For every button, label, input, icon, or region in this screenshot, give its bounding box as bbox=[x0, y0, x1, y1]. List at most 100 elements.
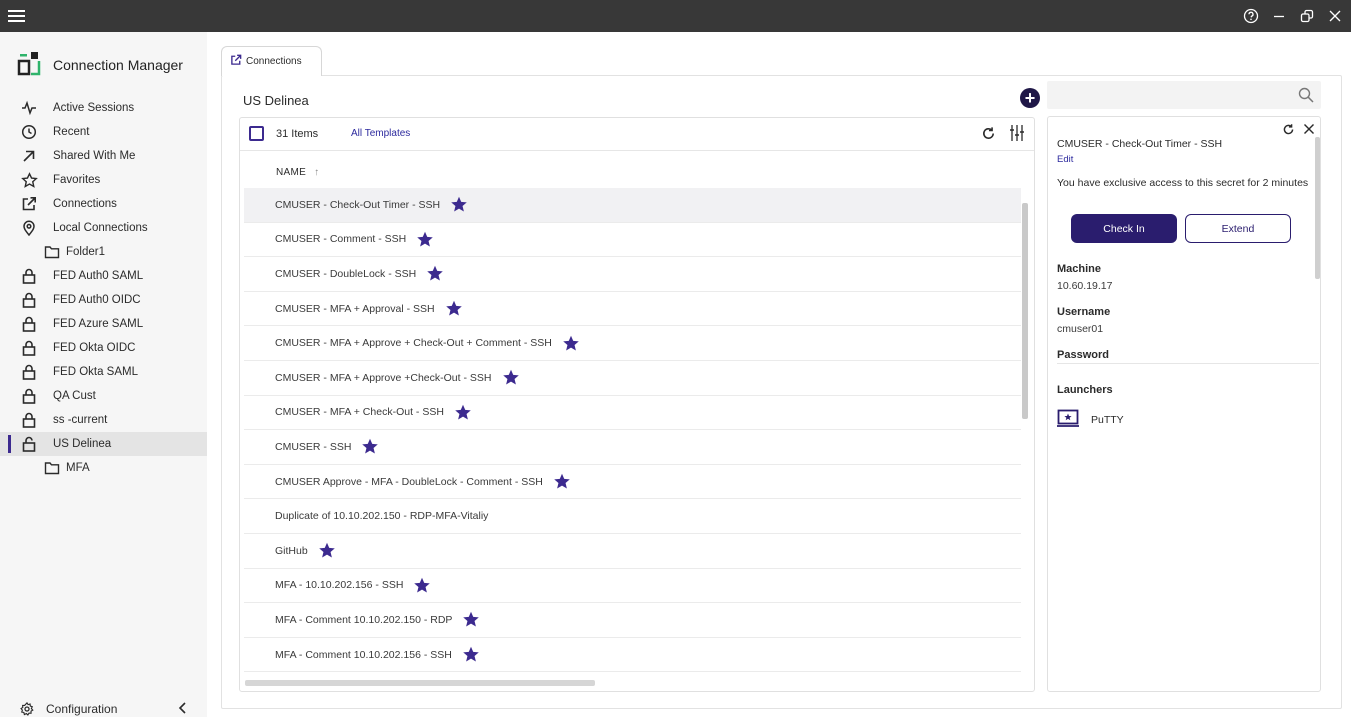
sidebar-item-fed-okta-oidc[interactable]: FED Okta OIDC bbox=[0, 336, 207, 360]
connection-name: CMUSER - MFA + Approve + Check-Out + Com… bbox=[275, 337, 552, 350]
refresh-icon[interactable] bbox=[1282, 123, 1295, 139]
arrow-up-right-icon bbox=[20, 147, 38, 165]
lock-icon bbox=[20, 387, 38, 405]
table-row[interactable]: MFA - Comment 10.10.202.150 - RDP bbox=[244, 603, 1021, 638]
sidebar-item-fed-auth0-saml[interactable]: FED Auth0 SAML bbox=[0, 264, 207, 288]
table-row[interactable]: CMUSER - MFA + Approve +Check-Out - SSH bbox=[244, 361, 1021, 396]
favorite-star-icon[interactable] bbox=[361, 438, 379, 455]
favorite-star-icon[interactable] bbox=[318, 542, 336, 559]
column-header-label: NAME bbox=[276, 167, 307, 178]
sidebar-item-fed-auth0-oidc[interactable]: FED Auth0 OIDC bbox=[0, 288, 207, 312]
connection-name: CMUSER Approve - MFA - DoubleLock - Comm… bbox=[275, 475, 543, 488]
sidebar-item-fed-azure-saml[interactable]: FED Azure SAML bbox=[0, 312, 207, 336]
table-row[interactable]: CMUSER - Check-Out Timer - SSH bbox=[244, 188, 1021, 223]
horizontal-scrollbar[interactable] bbox=[245, 680, 595, 686]
search-box bbox=[1047, 81, 1321, 109]
sidebar-item-mfa[interactable]: MFA bbox=[0, 456, 207, 480]
minimize-icon[interactable] bbox=[1269, 6, 1289, 26]
search-input[interactable] bbox=[1053, 85, 1283, 105]
help-icon[interactable] bbox=[1241, 6, 1261, 26]
table-row[interactable]: CMUSER - SSH bbox=[244, 430, 1021, 465]
favorite-star-icon[interactable] bbox=[413, 577, 431, 594]
select-all-checkbox[interactable] bbox=[249, 126, 264, 141]
launcher-label: PuTTY bbox=[1091, 413, 1124, 426]
divider bbox=[1057, 363, 1319, 364]
table-row[interactable]: GitHub bbox=[244, 534, 1021, 569]
table-row[interactable]: CMUSER - MFA + Check-Out - SSH bbox=[244, 396, 1021, 431]
sidebar-item-us-delinea[interactable]: US Delinea bbox=[0, 432, 207, 456]
connection-manager-logo-icon bbox=[17, 50, 45, 79]
extend-button[interactable]: Extend bbox=[1185, 214, 1291, 243]
favorite-star-icon[interactable] bbox=[445, 300, 463, 317]
terminal-icon bbox=[1057, 409, 1079, 430]
all-templates-link[interactable]: All Templates bbox=[351, 128, 410, 139]
table-row[interactable]: MFA - Comment 10.10.202.156 - SSH bbox=[244, 638, 1021, 673]
tab-connections[interactable]: Connections bbox=[221, 46, 322, 76]
sidebar-nav: Active Sessions Recent Shared With Me Fa… bbox=[0, 96, 207, 480]
folder-icon bbox=[44, 243, 60, 261]
gear-icon[interactable] bbox=[20, 702, 34, 716]
refresh-icon[interactable] bbox=[981, 126, 996, 144]
vertical-scrollbar[interactable] bbox=[1022, 203, 1028, 419]
sidebar: Connection Manager Active Sessions Recen… bbox=[0, 32, 207, 717]
lock-icon bbox=[20, 411, 38, 429]
sidebar-item-active-sessions[interactable]: Active Sessions bbox=[0, 96, 207, 120]
table-row[interactable]: CMUSER Approve - MFA - DoubleLock - Comm… bbox=[244, 465, 1021, 500]
sidebar-item-qa-cust[interactable]: QA Cust bbox=[0, 384, 207, 408]
hamburger-menu-icon[interactable] bbox=[6, 6, 28, 26]
add-connection-button[interactable]: + bbox=[1020, 88, 1040, 108]
favorite-star-icon[interactable] bbox=[450, 196, 468, 213]
table-row[interactable]: CMUSER - Comment - SSH bbox=[244, 223, 1021, 258]
sidebar-item-label: FED Azure SAML bbox=[53, 318, 144, 330]
sidebar-item-connections[interactable]: Connections bbox=[0, 192, 207, 216]
title-bar bbox=[0, 0, 1351, 32]
table-row[interactable]: CMUSER - MFA + Approve + Check-Out + Com… bbox=[244, 326, 1021, 361]
sort-ascending-icon: ↑ bbox=[314, 167, 320, 178]
table-row[interactable]: CMUSER - MFA + Approval - SSH bbox=[244, 292, 1021, 327]
favorite-star-icon[interactable] bbox=[426, 265, 444, 282]
sidebar-item-ss-current[interactable]: ss -current bbox=[0, 408, 207, 432]
connection-name: CMUSER - DoubleLock - SSH bbox=[275, 267, 417, 280]
favorite-star-icon[interactable] bbox=[562, 335, 580, 352]
sidebar-item-favorites[interactable]: Favorites bbox=[0, 168, 207, 192]
username-label: Username bbox=[1057, 306, 1111, 318]
sidebar-item-local-connections[interactable]: Local Connections bbox=[0, 216, 207, 240]
edit-link[interactable]: Edit bbox=[1057, 154, 1073, 165]
secret-title: CMUSER - Check-Out Timer - SSH bbox=[1057, 138, 1223, 150]
details-scrollbar[interactable] bbox=[1315, 137, 1320, 279]
favorite-star-icon[interactable] bbox=[502, 369, 520, 386]
lock-icon bbox=[20, 291, 38, 309]
column-header-name[interactable]: NAME ↑ bbox=[276, 167, 319, 178]
lock-icon bbox=[20, 267, 38, 285]
sidebar-item-folder1[interactable]: Folder1 bbox=[0, 240, 207, 264]
favorite-star-icon[interactable] bbox=[416, 231, 434, 248]
configuration-link[interactable]: Configuration bbox=[46, 702, 117, 716]
sidebar-item-shared-with-me[interactable]: Shared With Me bbox=[0, 144, 207, 168]
close-icon[interactable] bbox=[1303, 123, 1315, 138]
star-outline-icon bbox=[20, 171, 38, 189]
search-icon[interactable] bbox=[1298, 87, 1314, 106]
launcher-putty[interactable]: PuTTY bbox=[1057, 409, 1124, 430]
collapse-sidebar-icon[interactable] bbox=[177, 701, 189, 717]
table-row[interactable]: Duplicate of 10.10.202.150 - RDP-MFA-Vit… bbox=[244, 499, 1021, 534]
connection-name: CMUSER - Comment - SSH bbox=[275, 233, 407, 246]
sidebar-item-label: Recent bbox=[53, 126, 90, 138]
favorite-star-icon[interactable] bbox=[462, 611, 480, 628]
connection-name: Duplicate of 10.10.202.150 - RDP-MFA-Vit… bbox=[275, 510, 489, 523]
sidebar-item-fed-okta-saml[interactable]: FED Okta SAML bbox=[0, 360, 207, 384]
favorite-star-icon[interactable] bbox=[462, 646, 480, 663]
sidebar-item-label: Connections bbox=[53, 198, 117, 210]
check-in-button[interactable]: Check In bbox=[1071, 214, 1177, 243]
restore-icon[interactable] bbox=[1297, 6, 1317, 26]
favorite-star-icon[interactable] bbox=[454, 404, 472, 421]
table-row[interactable]: CMUSER - DoubleLock - SSH bbox=[244, 257, 1021, 292]
close-icon[interactable] bbox=[1325, 6, 1345, 26]
table-row[interactable]: MFA - 10.10.202.156 - SSH bbox=[244, 569, 1021, 604]
connection-name: CMUSER - SSH bbox=[275, 440, 352, 453]
column-settings-icon[interactable] bbox=[1010, 124, 1024, 145]
favorite-star-icon[interactable] bbox=[553, 473, 571, 490]
sidebar-item-label: FED Auth0 SAML bbox=[53, 270, 144, 282]
connection-name: GitHub bbox=[275, 544, 308, 557]
sidebar-item-label: QA Cust bbox=[53, 390, 96, 402]
sidebar-item-recent[interactable]: Recent bbox=[0, 120, 207, 144]
